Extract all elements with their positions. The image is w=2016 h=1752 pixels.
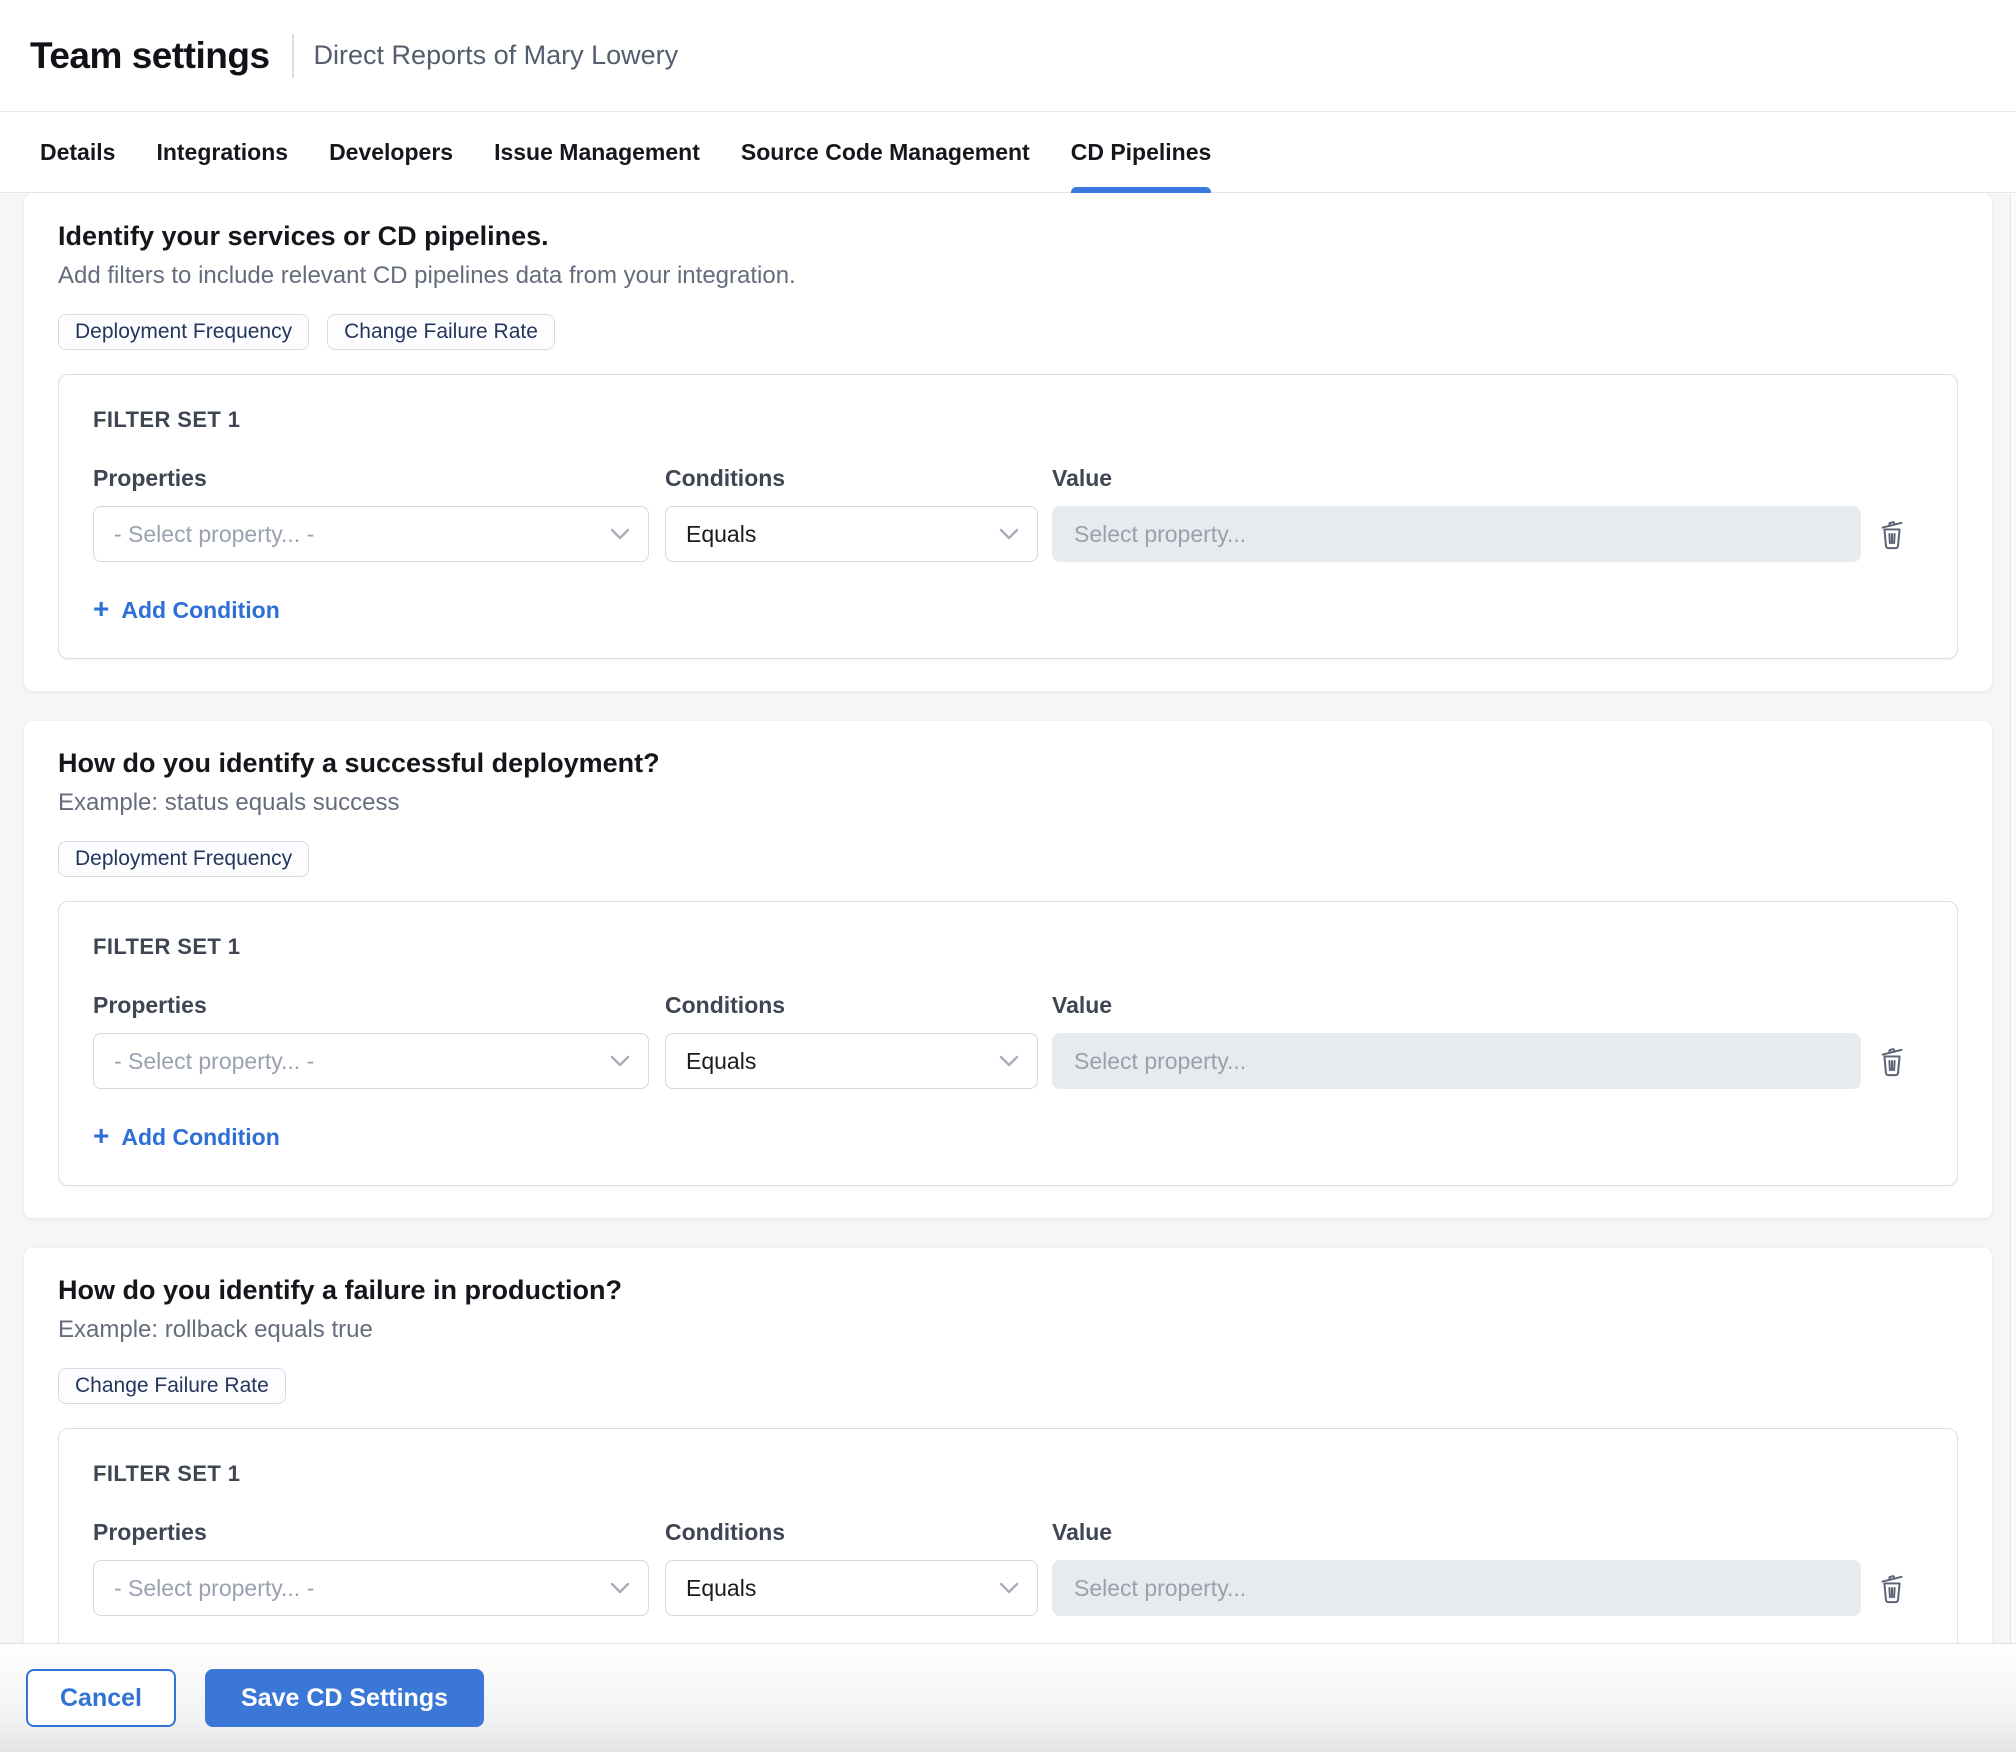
condition-row: - Select property... - Equals <box>93 1033 1923 1089</box>
page-title: Team settings <box>30 35 270 77</box>
chevron-down-icon <box>610 528 630 540</box>
section-failure-in-production: How do you identify a failure in product… <box>24 1248 1992 1643</box>
cancel-button[interactable]: Cancel <box>26 1669 176 1727</box>
property-select-placeholder: - Select property... - <box>114 521 314 548</box>
plus-icon: + <box>93 1122 109 1150</box>
property-select-placeholder: - Select property... - <box>114 1575 314 1602</box>
chip-deployment-frequency: Deployment Frequency <box>58 314 309 350</box>
value-label: Value <box>1052 1519 1861 1546</box>
conditions-label: Conditions <box>665 1519 1038 1546</box>
property-select[interactable]: - Select property... - <box>93 1560 649 1616</box>
tab-issue-management[interactable]: Issue Management <box>494 112 700 192</box>
condition-select-value: Equals <box>686 521 756 548</box>
chevron-down-icon <box>999 528 1019 540</box>
condition-row: - Select property... - Equals <box>93 506 1923 562</box>
page-subtitle: Direct Reports of Mary Lowery <box>314 40 679 71</box>
value-input[interactable] <box>1052 1560 1861 1616</box>
section-description: Add filters to include relevant CD pipel… <box>58 262 1958 290</box>
tab-source-code-management[interactable]: Source Code Management <box>741 112 1030 192</box>
section-successful-deployment: How do you identify a successful deploym… <box>24 721 1992 1218</box>
filter-set-title: FILTER SET 1 <box>93 1461 1923 1487</box>
conditions-label: Conditions <box>665 465 1038 492</box>
add-condition-button[interactable]: + Add Condition <box>93 1123 280 1151</box>
add-condition-label: Add Condition <box>121 1124 279 1151</box>
chevron-down-icon <box>999 1582 1019 1594</box>
column-labels-row: Properties Conditions Value <box>93 465 1923 492</box>
property-select[interactable]: - Select property... - <box>93 506 649 562</box>
scrollbar-track[interactable] <box>2010 194 2016 1643</box>
column-labels-row: Properties Conditions Value <box>93 1519 1923 1546</box>
condition-select[interactable]: Equals <box>665 1033 1038 1089</box>
section-identify-pipelines: Identify your services or CD pipelines. … <box>24 194 1992 691</box>
tab-integrations[interactable]: Integrations <box>156 112 288 192</box>
condition-select[interactable]: Equals <box>665 1560 1038 1616</box>
tab-details[interactable]: Details <box>40 112 115 192</box>
chevron-down-icon <box>999 1055 1019 1067</box>
condition-select-value: Equals <box>686 1048 756 1075</box>
property-select[interactable]: - Select property... - <box>93 1033 649 1089</box>
tab-bar: Details Integrations Developers Issue Ma… <box>0 112 2016 193</box>
page-header: Team settings Direct Reports of Mary Low… <box>0 0 2016 112</box>
plus-icon: + <box>93 595 109 623</box>
chevron-down-icon <box>610 1582 630 1594</box>
conditions-label: Conditions <box>665 992 1038 1019</box>
trash-icon <box>1876 1044 1908 1078</box>
delete-condition-button[interactable] <box>1868 510 1916 558</box>
delete-condition-button[interactable] <box>1868 1564 1916 1612</box>
active-tab-underline <box>1071 187 1212 193</box>
content-area: Identify your services or CD pipelines. … <box>0 194 2016 1643</box>
add-condition-label: Add Condition <box>121 597 279 624</box>
condition-row: - Select property... - Equals <box>93 1560 1923 1616</box>
save-cd-settings-button[interactable]: Save CD Settings <box>205 1669 484 1727</box>
column-labels-row: Properties Conditions Value <box>93 992 1923 1019</box>
delete-condition-button[interactable] <box>1868 1037 1916 1085</box>
value-input[interactable] <box>1052 506 1861 562</box>
section-description: Example: status equals success <box>58 789 1958 817</box>
add-condition-button[interactable]: + Add Condition <box>93 596 280 624</box>
properties-label: Properties <box>93 1519 649 1546</box>
value-label: Value <box>1052 465 1861 492</box>
metric-chips: Deployment Frequency Change Failure Rate <box>58 314 1958 350</box>
condition-select-value: Equals <box>686 1575 756 1602</box>
metric-chips: Deployment Frequency <box>58 841 1958 877</box>
metric-chips: Change Failure Rate <box>58 1368 1958 1404</box>
section-heading: How do you identify a failure in product… <box>58 1275 1958 1306</box>
value-input[interactable] <box>1052 1033 1861 1089</box>
filter-set-card: FILTER SET 1 Properties Conditions Value… <box>58 374 1958 659</box>
footer-action-bar: Cancel Save CD Settings <box>0 1643 2016 1752</box>
trash-icon <box>1876 1571 1908 1605</box>
tab-cd-pipelines[interactable]: CD Pipelines <box>1071 112 1212 192</box>
filter-set-title: FILTER SET 1 <box>93 407 1923 433</box>
filter-set-card: FILTER SET 1 Properties Conditions Value… <box>58 1428 1958 1643</box>
chip-deployment-frequency: Deployment Frequency <box>58 841 309 877</box>
value-label: Value <box>1052 992 1861 1019</box>
filter-set-title: FILTER SET 1 <box>93 934 1923 960</box>
section-description: Example: rollback equals true <box>58 1316 1958 1344</box>
trash-icon <box>1876 517 1908 551</box>
chip-change-failure-rate: Change Failure Rate <box>327 314 555 350</box>
tab-developers[interactable]: Developers <box>329 112 453 192</box>
condition-select[interactable]: Equals <box>665 506 1038 562</box>
section-heading: How do you identify a successful deploym… <box>58 748 1958 779</box>
title-divider <box>292 34 294 78</box>
properties-label: Properties <box>93 992 649 1019</box>
property-select-placeholder: - Select property... - <box>114 1048 314 1075</box>
filter-set-card: FILTER SET 1 Properties Conditions Value… <box>58 901 1958 1186</box>
chevron-down-icon <box>610 1055 630 1067</box>
chip-change-failure-rate: Change Failure Rate <box>58 1368 286 1404</box>
properties-label: Properties <box>93 465 649 492</box>
section-heading: Identify your services or CD pipelines. <box>58 221 1958 252</box>
